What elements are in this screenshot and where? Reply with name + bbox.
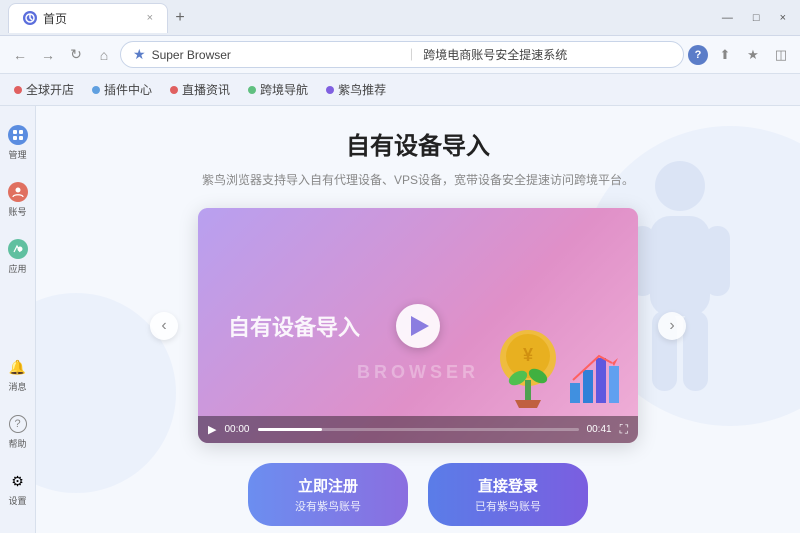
- sidebar-item-account[interactable]: 账号: [3, 173, 33, 226]
- sidebar-label-settings: 设置: [8, 494, 26, 507]
- video-player: 自有设备导入 BROWSER: [198, 208, 638, 443]
- share-icon[interactable]: ⬆: [714, 44, 736, 66]
- video-play-ctrl[interactable]: ▶: [208, 423, 216, 436]
- login-btn-main-label: 直接登录: [478, 475, 538, 496]
- play-icon: [411, 316, 429, 336]
- sidebar-bottom: 🔔 消息 ? 帮助 ⚙ 设置: [1, 346, 35, 525]
- bookmark-dot: [326, 86, 334, 94]
- sidebar-label-app: 应用: [8, 262, 26, 275]
- sidebar-item-help[interactable]: ? 帮助: [3, 405, 33, 458]
- refresh-btn[interactable]: ↻: [64, 43, 88, 67]
- action-buttons: 立即注册 没有紫鸟账号 直接登录 已有紫鸟账号: [248, 463, 588, 526]
- sidebar-item-message[interactable]: 🔔 消息: [3, 348, 33, 401]
- home-btn[interactable]: ⌂: [92, 43, 116, 67]
- bookmark-label: 全球开店: [26, 81, 74, 98]
- help-icon[interactable]: ?: [688, 45, 708, 65]
- sidebar-label-help: 帮助: [8, 437, 26, 450]
- register-btn[interactable]: 立即注册 没有紫鸟账号: [248, 463, 408, 526]
- bookmark-dot: [170, 86, 178, 94]
- sidebar-item-app[interactable]: 应用: [3, 230, 33, 283]
- win-close[interactable]: ×: [774, 10, 792, 26]
- win-minimize[interactable]: —: [716, 10, 739, 26]
- next-arrow-btn[interactable]: ›: [658, 312, 686, 340]
- register-btn-main-label: 立即注册: [298, 475, 358, 496]
- address-bar: ← → ↻ ⌂ ★ Super Browser ｜ 跨境电商账号安全提速系统 ?…: [0, 36, 800, 74]
- login-btn-sub-label: 已有紫鸟账号: [475, 498, 541, 514]
- bookmark-label: 紫鸟推荐: [338, 81, 386, 98]
- video-time-total: 00:41: [587, 424, 612, 435]
- bookmark-dot: [248, 86, 256, 94]
- bookmarks-bar: 全球开店 插件中心 直播资讯 跨境导航 紫鸟推荐: [0, 74, 800, 106]
- page-subtitle: 紫鸟浏览器支持导入自有代理设备、VPS设备，宽带设备安全提速访问跨境平台。: [202, 171, 634, 188]
- sidebar-label-message: 消息: [8, 380, 26, 393]
- bookmark-label: 跨境导航: [260, 81, 308, 98]
- play-button[interactable]: [396, 304, 440, 348]
- tab-title: 首页: [43, 10, 67, 27]
- bookmark-cross-nav[interactable]: 跨境导航: [240, 77, 316, 102]
- tab-area: 首页 × +: [8, 3, 716, 33]
- bookmark-dot: [92, 86, 100, 94]
- bookmark-label: 插件中心: [104, 81, 152, 98]
- manage-icon: [7, 124, 29, 146]
- new-tab-btn[interactable]: +: [168, 6, 192, 30]
- title-bar: 首页 × + — □ ×: [0, 0, 800, 36]
- login-btn[interactable]: 直接登录 已有紫鸟账号: [428, 463, 588, 526]
- account-icon: [7, 181, 29, 203]
- back-btn[interactable]: ←: [8, 43, 32, 67]
- video-wrapper: ‹ 自有设备导入 BROWSER: [150, 208, 686, 443]
- forward-btn[interactable]: →: [36, 43, 60, 67]
- sidebar-item-settings[interactable]: ⚙ 设置: [3, 462, 33, 515]
- bookmark-icon[interactable]: ★: [742, 44, 764, 66]
- site-favicon: ★: [133, 46, 146, 63]
- url-bar[interactable]: ★ Super Browser ｜ 跨境电商账号安全提速系统: [120, 41, 684, 68]
- prev-arrow-btn[interactable]: ‹: [150, 312, 178, 340]
- win-maximize[interactable]: □: [747, 10, 766, 26]
- video-progress-fill: [258, 428, 322, 431]
- bookmark-plugin-center[interactable]: 插件中心: [84, 77, 160, 102]
- bookmark-live-news[interactable]: 直播资讯: [162, 77, 238, 102]
- video-controls: ▶ 00:00 00:41 ⛶: [198, 416, 638, 443]
- video-title-overlay: 自有设备导入: [228, 310, 360, 342]
- svg-text:¥: ¥: [523, 345, 533, 365]
- site-name: Super Browser: [152, 48, 400, 62]
- sidebar-item-manage[interactable]: 管理: [3, 116, 33, 169]
- bookmark-label: 直播资讯: [182, 81, 230, 98]
- tab-close-btn[interactable]: ×: [147, 12, 153, 24]
- gear-icon: ⚙: [7, 470, 29, 492]
- page-title: 自有设备导入: [346, 126, 490, 161]
- browser-frame: 首页 × + — □ × ← → ↻ ⌂ ★ Super Browser ｜ 跨…: [0, 0, 800, 533]
- window-controls: — □ ×: [716, 10, 792, 26]
- bookmark-recommend[interactable]: 紫鸟推荐: [318, 77, 394, 102]
- help-circle-icon: ?: [7, 413, 29, 435]
- page-url-title: 跨境电商账号安全提速系统: [423, 46, 671, 63]
- video-progress-bar[interactable]: [258, 428, 579, 431]
- bookmark-dot: [14, 86, 22, 94]
- bell-icon: 🔔: [7, 356, 29, 378]
- sidebar-label-account: 账号: [8, 205, 26, 218]
- tab-favicon: [23, 11, 37, 25]
- address-bar-icons: ? ⬆ ★ ◫: [688, 44, 792, 66]
- video-background: 自有设备导入 BROWSER: [198, 208, 638, 443]
- main-content: 管理 账号 应用: [0, 106, 800, 533]
- video-time-current: 00:00: [224, 424, 249, 435]
- register-btn-sub-label: 没有紫鸟账号: [295, 498, 361, 514]
- bookmark-global-shop[interactable]: 全球开店: [6, 77, 82, 102]
- page-area: 自有设备导入 紫鸟浏览器支持导入自有代理设备、VPS设备，宽带设备安全提速访问跨…: [36, 106, 800, 533]
- video-decoration: ¥: [493, 328, 623, 408]
- sidebar-label-manage: 管理: [8, 148, 26, 161]
- extensions-icon[interactable]: ◫: [770, 44, 792, 66]
- app-icon: [7, 238, 29, 260]
- active-tab[interactable]: 首页 ×: [8, 3, 168, 33]
- sidebar: 管理 账号 应用: [0, 106, 36, 533]
- fullscreen-btn[interactable]: ⛶: [620, 422, 628, 437]
- url-separator: ｜: [405, 46, 417, 63]
